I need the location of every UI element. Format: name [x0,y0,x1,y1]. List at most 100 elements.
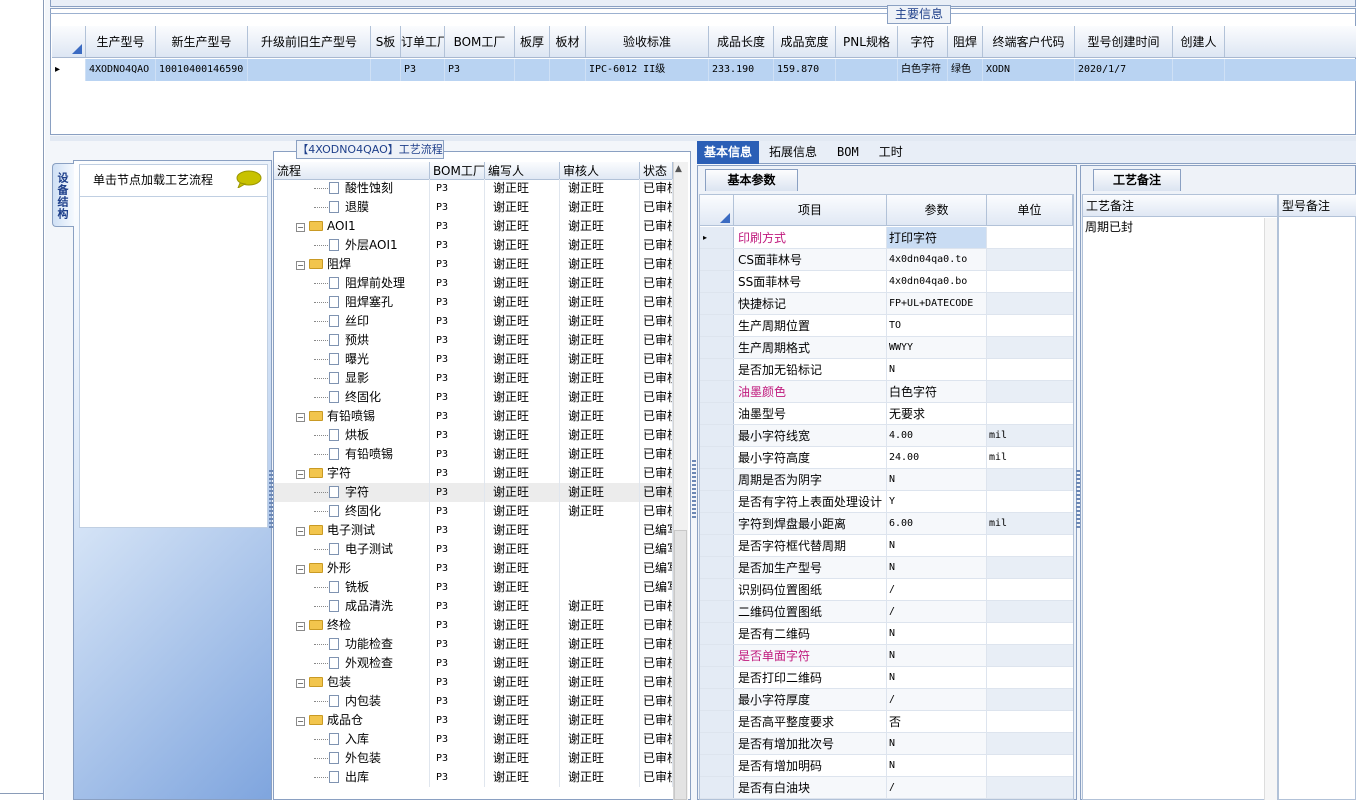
param-value[interactable]: 无要求 [887,403,987,424]
process-row[interactable]: 入库P3谢正旺谢正旺已审核 [274,730,673,749]
param-value[interactable]: N [887,755,987,776]
process-row[interactable]: 丝印P3谢正旺谢正旺已审核 [274,312,673,331]
process-row[interactable]: 烘板P3谢正旺谢正旺已审核 [274,426,673,445]
param-value[interactable]: / [887,777,987,798]
col-header[interactable]: PNL规格 [836,26,898,57]
main-info-cell[interactable]: 233.190 [709,59,774,81]
param-row[interactable]: 是否有白油块 / [700,777,1073,799]
main-info-cell[interactable] [836,59,898,81]
col-header[interactable]: 字符 [898,26,948,57]
structure-tree-area[interactable] [79,197,268,528]
param-row[interactable]: 是否加生产型号 N [700,557,1073,579]
process-col-header[interactable]: BOM工厂 [430,162,485,179]
process-row[interactable]: 退膜P3谢正旺谢正旺已审核 [274,198,673,217]
process-row[interactable]: −包装P3谢正旺谢正旺已审核 [274,673,673,692]
param-row[interactable]: 生产周期格式 WWYY [700,337,1073,359]
process-row[interactable]: 功能检查P3谢正旺谢正旺已审核 [274,635,673,654]
main-info-cell[interactable]: 159.870 [774,59,836,81]
col-header[interactable]: 板厚 [515,26,550,57]
main-info-cell[interactable]: 绿色 [948,59,983,81]
collapse-toggle-icon[interactable]: − [296,261,305,270]
param-row[interactable]: 油墨颜色 白色字符 [700,381,1073,403]
col-header[interactable]: 升级前旧生产型号 [248,26,371,57]
process-row[interactable]: 酸性蚀刻P3谢正旺谢正旺已审核 [274,179,673,198]
collapse-toggle-icon[interactable]: − [296,413,305,422]
process-row[interactable]: 有铅喷锡P3谢正旺谢正旺已审核 [274,445,673,464]
process-row[interactable]: −终检P3谢正旺谢正旺已审核 [274,616,673,635]
param-row[interactable]: 是否字符框代替周期 N [700,535,1073,557]
process-row[interactable]: −AOI1P3谢正旺谢正旺已审核 [274,217,673,236]
process-row[interactable]: 外包装P3谢正旺谢正旺已审核 [274,749,673,768]
middle-splitter-grip[interactable] [692,460,696,520]
param-value[interactable]: FP+UL+DATECODE [887,293,987,314]
col-header[interactable]: BOM工厂 [445,26,515,57]
process-col-header[interactable]: 编写人 [485,162,560,179]
param-value[interactable]: WWYY [887,337,987,358]
col-header[interactable]: 订单工厂 [401,26,445,57]
remark-scrollbar[interactable] [1264,218,1277,800]
param-row[interactable]: 是否有增加批次号 N [700,733,1073,755]
main-info-cell[interactable]: XODN [983,59,1075,81]
param-value[interactable]: N [887,645,987,666]
process-row[interactable]: − 外形 P3谢正旺 已编写 [274,559,673,578]
param-value[interactable]: 打印字符 [887,227,987,248]
param-value[interactable]: N [887,667,987,688]
main-info-cell[interactable] [371,59,401,81]
col-header[interactable]: 终端客户代码 [983,26,1075,57]
param-row[interactable]: 是否加无铅标记 N [700,359,1073,381]
param-row[interactable]: 是否单面字符 N [700,645,1073,667]
param-row[interactable]: 是否有增加明码 N [700,755,1073,777]
basic-col-header[interactable]: 参数 [887,195,987,225]
main-info-cell[interactable] [515,59,550,81]
collapse-toggle-icon[interactable]: − [296,565,305,574]
col-header[interactable]: 新生产型号 [156,26,248,57]
main-info-cell[interactable]: 10010400146590 [156,59,248,81]
param-value[interactable]: 白色字符 [887,381,987,402]
col-header[interactable]: 创建人 [1173,26,1225,57]
process-row[interactable]: 显影P3谢正旺谢正旺已审核 [274,369,673,388]
tab-3[interactable]: 工时 [869,141,913,164]
scroll-up-icon[interactable]: ▲ [675,164,682,174]
param-row[interactable]: 二维码位置图纸 / [700,601,1073,623]
tab-1[interactable]: 拓展信息 [759,141,827,164]
main-info-cell[interactable] [1173,59,1225,81]
main-info-cell[interactable] [550,59,586,81]
col-header[interactable]: S板 [371,26,401,57]
col-header[interactable]: 验收标准 [586,26,709,57]
process-row[interactable]: 阻焊前处理P3谢正旺谢正旺已审核 [274,274,673,293]
basic-params-tab[interactable]: 基本参数 [705,169,798,191]
process-row[interactable]: −阻焊P3谢正旺谢正旺已审核 [274,255,673,274]
main-info-cell[interactable] [248,59,371,81]
collapse-toggle-icon[interactable]: − [296,527,305,536]
param-value[interactable]: 4.00 [887,425,987,446]
collapse-toggle-icon[interactable]: − [296,622,305,631]
process-row[interactable]: 铣板 P3谢正旺 已编写 [274,578,673,597]
main-info-cell[interactable]: 2020/1/7 [1075,59,1173,81]
param-value[interactable]: 6.00 [887,513,987,534]
main-info-cell[interactable]: P3 [445,59,515,81]
process-row[interactable]: 字符P3谢正旺谢正旺已审核 [274,483,673,502]
param-row[interactable]: 最小字符线宽 4.00 mil [700,425,1073,447]
col-header[interactable]: 生产型号 [86,26,156,57]
param-value[interactable]: N [887,557,987,578]
param-row[interactable]: 最小字符厚度 / [700,689,1073,711]
process-row[interactable]: 成品清洗P3谢正旺谢正旺已审核 [274,597,673,616]
param-value[interactable]: / [887,601,987,622]
process-row[interactable]: 外层AOI1P3谢正旺谢正旺已审核 [274,236,673,255]
param-row[interactable]: 最小字符高度 24.00 mil [700,447,1073,469]
param-value[interactable]: N [887,623,987,644]
process-row[interactable]: 电子测试 P3谢正旺 已编写 [274,540,673,559]
process-row[interactable]: 外观检查P3谢正旺谢正旺已审核 [274,654,673,673]
param-row[interactable]: 字符到焊盘最小距离 6.00 mil [700,513,1073,535]
process-row[interactable]: −字符P3谢正旺谢正旺已审核 [274,464,673,483]
param-value[interactable]: TO [887,315,987,336]
collapse-toggle-icon[interactable]: − [296,470,305,479]
main-info-cell[interactable]: 白色字符 [898,59,948,81]
param-row[interactable]: 识别码位置图纸 / [700,579,1073,601]
param-value[interactable]: N [887,359,987,380]
param-value[interactable]: 4x0dn04qa0.to [887,249,987,270]
param-row[interactable]: SS面菲林号 4x0dn04qa0.bo [700,271,1073,293]
col-header[interactable]: 板材 [550,26,586,57]
process-row[interactable]: 终固化P3谢正旺谢正旺已审核 [274,502,673,521]
param-row[interactable]: 是否有字符上表面处理设计 Y [700,491,1073,513]
